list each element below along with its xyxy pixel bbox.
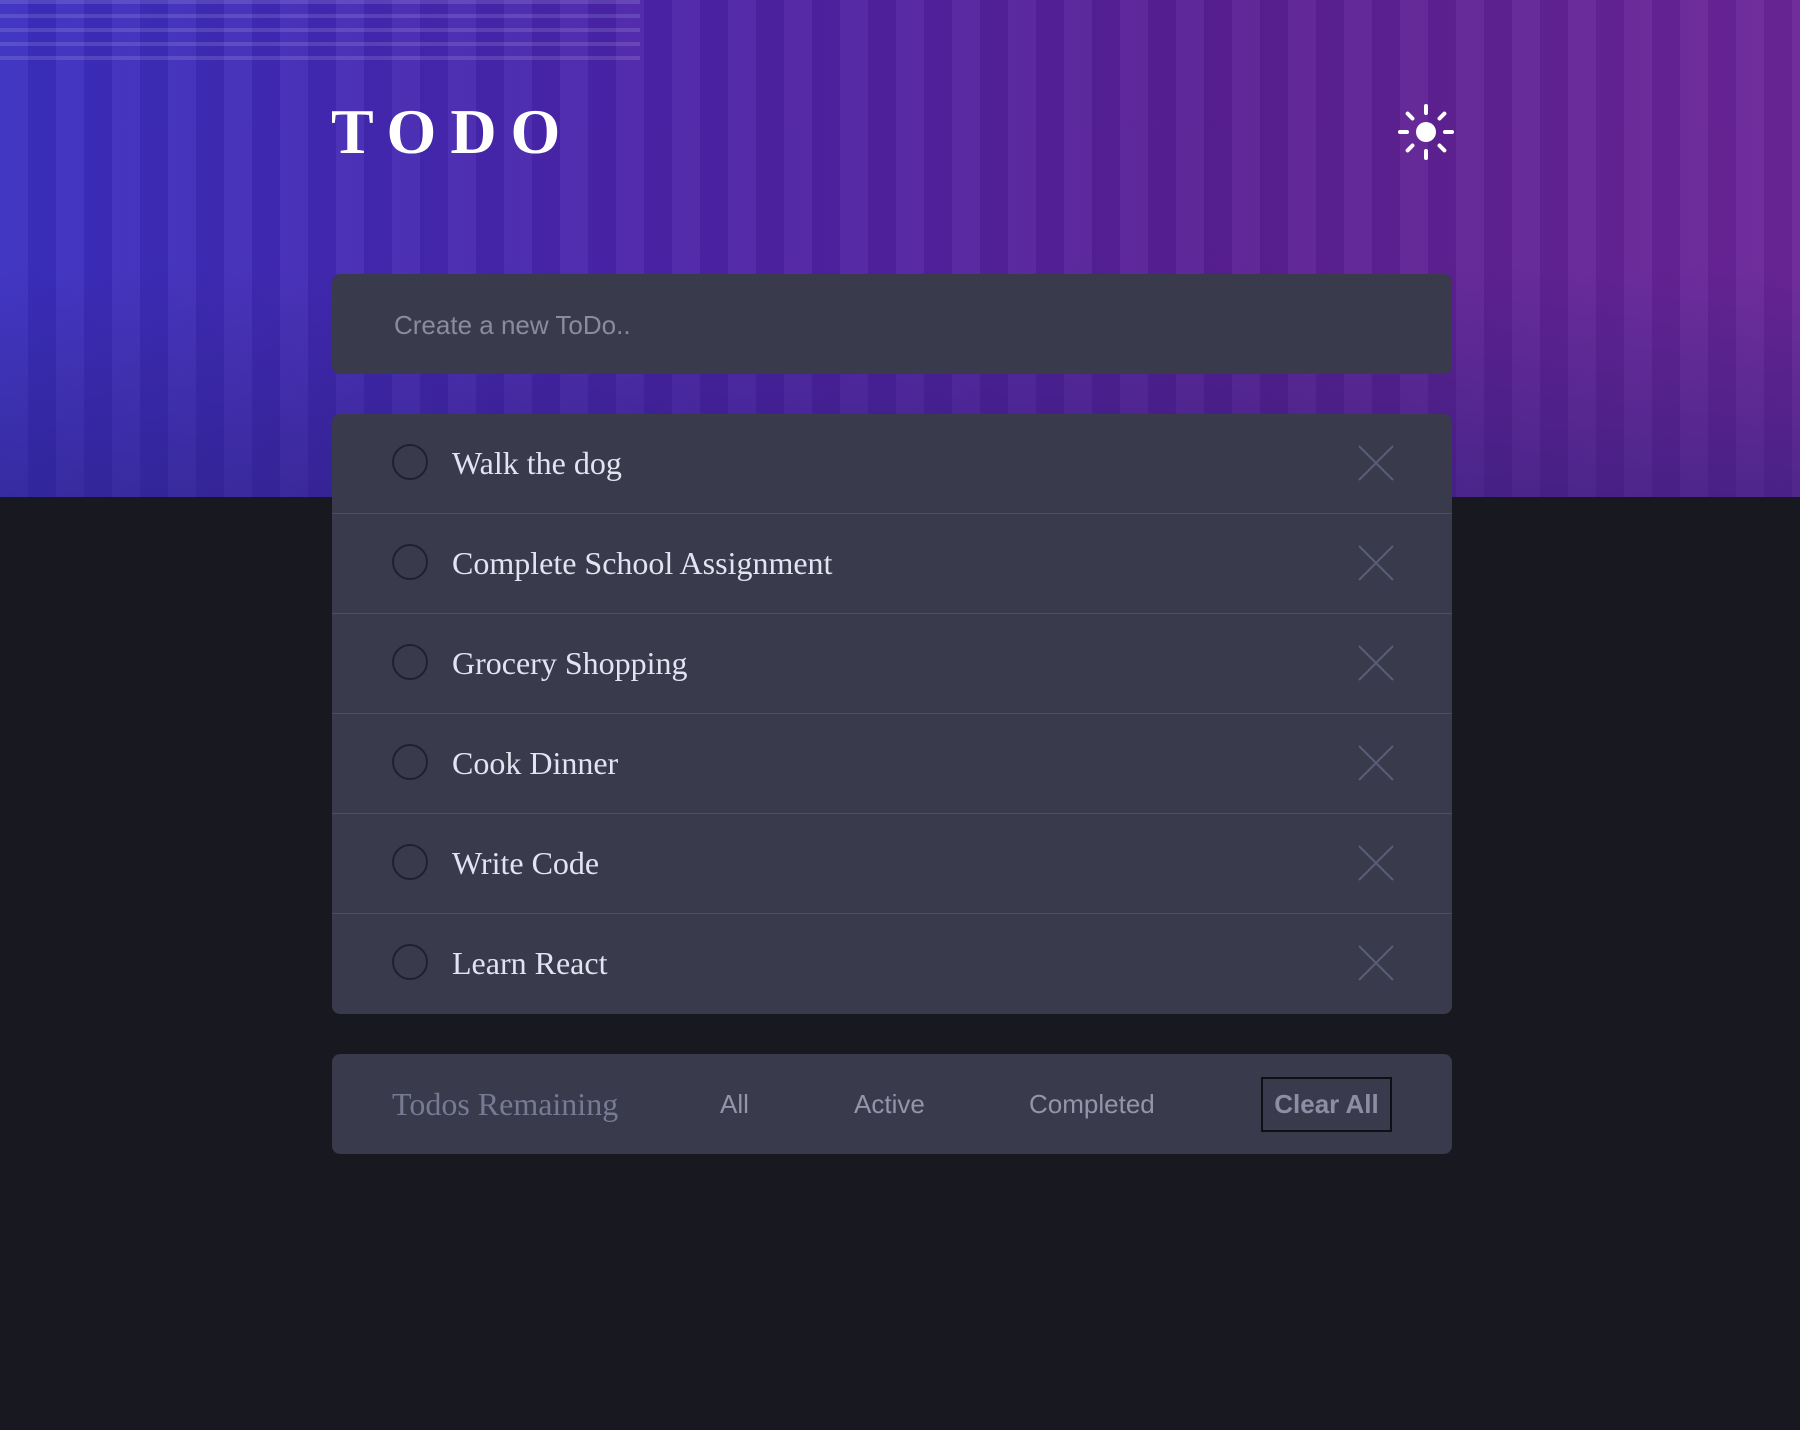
filter-completed[interactable]: Completed xyxy=(1029,1054,1155,1154)
close-icon xyxy=(1358,745,1394,781)
delete-todo-button[interactable] xyxy=(1357,544,1395,582)
todo-checkbox[interactable] xyxy=(392,944,428,980)
close-icon xyxy=(1358,945,1394,981)
todo-checkbox[interactable] xyxy=(392,844,428,880)
delete-todo-button[interactable] xyxy=(1357,644,1395,682)
todo-text: Grocery Shopping xyxy=(452,645,688,681)
todo-checkbox[interactable] xyxy=(392,744,428,780)
todo-footer: Todos Remaining All Active Completed Cle… xyxy=(332,1054,1452,1154)
todo-item: Complete School Assignment xyxy=(332,514,1452,614)
delete-todo-button[interactable] xyxy=(1357,944,1395,982)
sun-icon xyxy=(1398,104,1454,160)
delete-todo-button[interactable] xyxy=(1357,444,1395,482)
todo-item: Write Code xyxy=(332,814,1452,914)
todo-checkbox[interactable] xyxy=(392,444,428,480)
theme-toggle-button[interactable] xyxy=(1398,104,1454,160)
close-icon xyxy=(1358,845,1394,881)
todos-remaining-label: Todos Remaining xyxy=(392,1086,619,1122)
todo-checkbox[interactable] xyxy=(392,644,428,680)
todo-item: Grocery Shopping xyxy=(332,614,1452,714)
todo-text: Learn React xyxy=(452,945,608,981)
todo-item: Learn React xyxy=(332,914,1452,1014)
todo-list: Walk the dog Complete School Assignment … xyxy=(332,414,1452,1014)
close-icon xyxy=(1358,445,1394,481)
new-todo-panel xyxy=(332,274,1452,376)
filter-active[interactable]: Active xyxy=(854,1054,925,1154)
todo-text: Complete School Assignment xyxy=(452,545,833,581)
todo-item: Walk the dog xyxy=(332,414,1452,514)
clear-all-button[interactable]: Clear All xyxy=(1261,1077,1392,1132)
app-title: TODO xyxy=(331,96,575,167)
hero-ceiling-texture xyxy=(0,0,640,70)
todo-checkbox[interactable] xyxy=(392,544,428,580)
delete-todo-button[interactable] xyxy=(1357,744,1395,782)
close-icon xyxy=(1358,545,1394,581)
delete-todo-button[interactable] xyxy=(1357,844,1395,882)
todo-item: Cook Dinner xyxy=(332,714,1452,814)
filter-all[interactable]: All xyxy=(720,1054,749,1154)
todo-text: Cook Dinner xyxy=(452,745,619,781)
new-todo-input[interactable] xyxy=(392,274,1396,376)
todo-text: Walk the dog xyxy=(452,445,622,481)
close-icon xyxy=(1358,645,1394,681)
todo-text: Write Code xyxy=(452,845,600,881)
